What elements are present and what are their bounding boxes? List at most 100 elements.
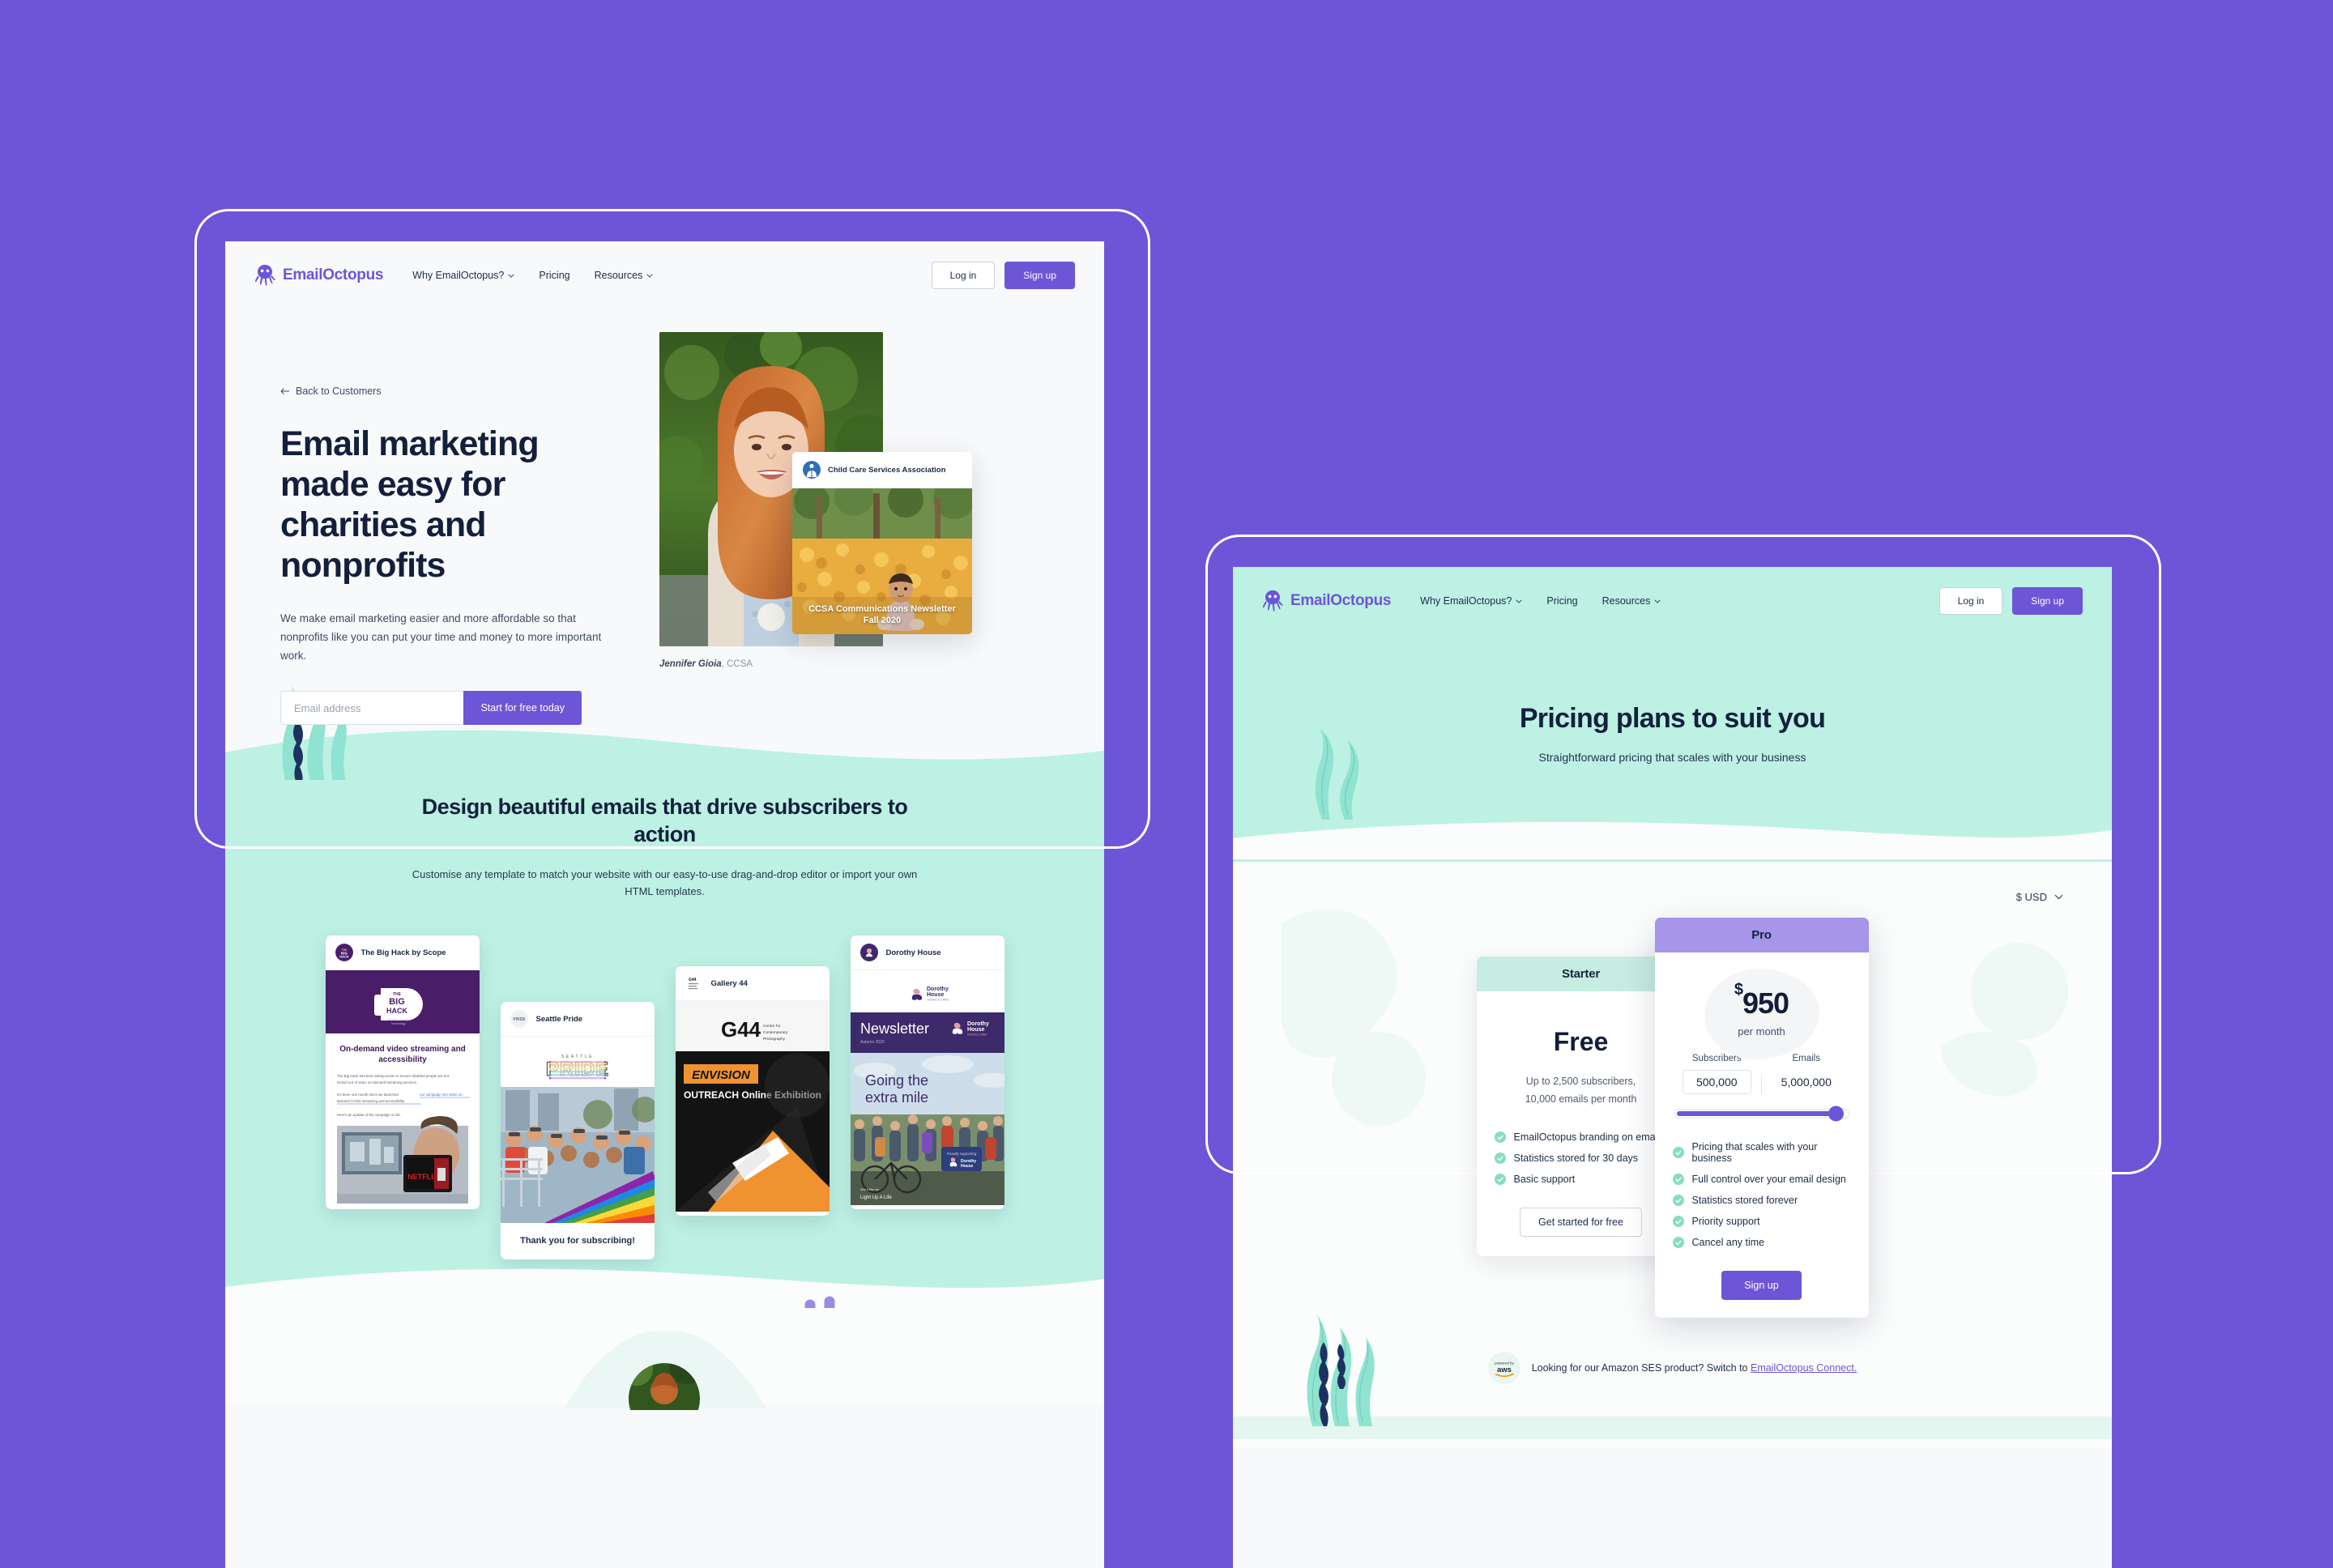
aws-banner-text-before: Looking for our Amazon SES product? Swit… xyxy=(1531,1362,1751,1374)
plan-features-starter: EmailOctopus branding on emails Statisti… xyxy=(1494,1127,1668,1190)
check-circle-icon xyxy=(1672,1147,1684,1158)
caption-person-name: Jennifer Gioia xyxy=(659,659,722,669)
seattle-pride-logo-icon: PRIDE xyxy=(510,1010,528,1029)
plan-feature-item: Full control over your email design xyxy=(1672,1169,1851,1190)
svg-text:PRIDE: PRIDE xyxy=(513,1017,526,1022)
get-started-for-free-button[interactable]: Get started for free xyxy=(1520,1207,1642,1237)
nav-item-resources[interactable]: Resources xyxy=(595,270,654,281)
svg-text:House: House xyxy=(961,1164,974,1169)
pricing-page-subtitle: Straightforward pricing that scales with… xyxy=(1538,751,1806,764)
svg-text:Centre for: Centre for xyxy=(763,1024,781,1029)
template-card-header: G44 Gallery 44 xyxy=(675,966,830,1002)
plan-price-starter: Free xyxy=(1553,1027,1609,1056)
svg-text:Proudly supporting: Proudly supporting xyxy=(946,1152,976,1156)
site-header-pricing: EmailOctopus Why EmailOctopus? Pricing R… xyxy=(1233,567,2112,635)
pricing-hero: EmailOctopus Why EmailOctopus? Pricing R… xyxy=(1233,567,2112,862)
signup-button[interactable]: Sign up xyxy=(1004,262,1075,289)
plan-feature-label: Statistics stored forever xyxy=(1691,1195,1798,1206)
template-card-dorothy-house[interactable]: Dorothy House Dorothy House HOSPICE CARE… xyxy=(850,935,1004,1210)
partial-portrait-circle xyxy=(629,1363,700,1411)
svg-text:Equality through: Equality through xyxy=(388,1018,409,1021)
big-hack-logo-icon: THE BIG HACK xyxy=(335,944,353,962)
nav-item-pricing[interactable]: Pricing xyxy=(1546,595,1577,607)
signup-button[interactable]: Sign up xyxy=(2012,587,2083,615)
login-button[interactable]: Log in xyxy=(931,262,996,289)
template-card-gallery-44[interactable]: G44 Gallery 44 G44 Centre for Contemporar… xyxy=(675,966,830,1216)
svg-text:The Big Hack has been taking a: The Big Hack has been taking action to e… xyxy=(337,1074,450,1078)
templates-heading: Design beautiful emails that drive subsc… xyxy=(421,795,908,847)
ccsa-logo-icon xyxy=(803,461,821,479)
newsletter-preview-card[interactable]: Child Care Services Association CCSA Com… xyxy=(792,452,972,634)
plan-price-pro: $950 per month xyxy=(1673,965,1851,1059)
subscribers-input[interactable]: 500,000 xyxy=(1682,1070,1751,1094)
template-card-seattle-pride[interactable]: PRIDE Seattle Pride SEATTLE PRIDE xyxy=(500,1002,655,1260)
emailoctopus-connect-link[interactable]: EmailOctopus Connect. xyxy=(1751,1362,1857,1374)
plan-cta-starter: Get started for free xyxy=(1495,1207,1668,1237)
login-button[interactable]: Log in xyxy=(1938,587,2003,615)
plan-description-starter: Up to 2,500 subscribers, 10,000 emails p… xyxy=(1495,1073,1668,1109)
soft-blob-decoration xyxy=(564,1331,766,1409)
currency-symbol: $ xyxy=(1734,981,1743,999)
nav-item-pricing[interactable]: Pricing xyxy=(539,270,569,281)
slider-thumb[interactable] xyxy=(1828,1106,1844,1122)
template-sender-name: Seattle Pride xyxy=(535,1014,583,1024)
pricing-page-title: Pricing plans to suit you xyxy=(1519,703,1826,734)
subscribers-slider[interactable] xyxy=(1674,1106,1849,1122)
plan-features-pro: Pricing that scales with your business F… xyxy=(1672,1136,1851,1253)
hero-signup-form: Start for free today xyxy=(280,691,582,726)
template-sender-name: Dorothy House xyxy=(885,948,941,957)
svg-text:NETFLIX: NETFLIX xyxy=(407,1173,438,1181)
nav-item-why-emailoctopus[interactable]: Why EmailOctopus? xyxy=(1420,595,1523,607)
big-hack-email-preview: THE BIG HACK Equality through technology… xyxy=(325,970,480,1206)
svg-text:aws: aws xyxy=(1497,1366,1512,1374)
chevron-down-icon xyxy=(1516,599,1523,603)
customer-photo-caption: Jennifer Gioia, CCSA xyxy=(659,659,883,669)
plan-feature-item: Statistics stored for 30 days xyxy=(1494,1148,1668,1169)
brand-logo-pricing[interactable]: EmailOctopus xyxy=(1262,590,1391,612)
header-actions-pricing: Log in Sign up xyxy=(1938,587,2083,615)
check-circle-icon xyxy=(1494,1131,1506,1143)
svg-text:It's been one month since we l: It's been one month since we launched xyxy=(337,1093,399,1097)
brand-logo-customers[interactable]: EmailOctopus xyxy=(254,264,383,287)
aws-banner-text: Looking for our Amazon SES product? Swit… xyxy=(1532,1362,1857,1374)
nav-item-why-emailoctopus[interactable]: Why EmailOctopus? xyxy=(412,270,515,281)
nav-item-resources[interactable]: Resources xyxy=(1602,595,1661,607)
octopus-icon xyxy=(1262,590,1283,611)
check-circle-icon xyxy=(1672,1174,1684,1185)
brand-name-customers: EmailOctopus xyxy=(283,266,384,283)
caption-person-org: , CCSA xyxy=(721,659,753,669)
currency-selector[interactable]: $ USD xyxy=(2016,891,2063,903)
sign-up-button-pro[interactable]: Sign up xyxy=(1721,1271,1802,1300)
emails-value: 5,000,000 xyxy=(1781,1076,1832,1089)
templates-row: THE BIG HACK The Big Hack by Scope THE B… xyxy=(225,935,1104,1260)
svg-text:HACK: HACK xyxy=(339,955,349,959)
aws-badge: powered by aws xyxy=(1487,1352,1521,1384)
svg-text:House: House xyxy=(927,992,945,998)
hero-media-column: Jennifer Gioia, CCSA Child Care Services… xyxy=(656,329,1049,725)
email-input[interactable] xyxy=(280,691,464,726)
plan-feature-label: Cancel any time xyxy=(1691,1237,1765,1248)
svg-text:G44: G44 xyxy=(689,978,697,982)
back-to-customers-link[interactable]: Back to Customers xyxy=(280,386,629,397)
start-for-free-button[interactable]: Start for free today xyxy=(463,691,582,726)
plan-feature-item: Priority support xyxy=(1672,1211,1851,1232)
template-card-big-hack[interactable]: THE BIG HACK The Big Hack by Scope THE B… xyxy=(325,935,480,1210)
svg-text:demand (VOD) streaming and acc: demand (VOD) streaming and accessibility… xyxy=(337,1099,405,1103)
wave-divider-templates xyxy=(225,1269,1104,1309)
svg-text:HACK: HACK xyxy=(386,1007,407,1015)
svg-text:HOSPICE CARE: HOSPICE CARE xyxy=(967,1033,987,1037)
seattle-pride-email-preview: SEATTLE PRIDE xyxy=(500,1037,655,1256)
plan-feature-label: Statistics stored for 30 days xyxy=(1513,1152,1639,1164)
nav-label: Pricing xyxy=(1546,595,1578,607)
nav-label: Why EmailOctopus? xyxy=(412,270,505,281)
plan-feature-item: EmailOctopus branding on emails xyxy=(1494,1127,1668,1148)
svg-text:accessibility: accessibility xyxy=(378,1055,427,1064)
pricing-main: $ USD Starter Free Up to 2,500 subscribe… xyxy=(1233,862,2112,1447)
plan-feature-label: Priority support xyxy=(1691,1216,1760,1227)
plan-name-pro: Pro xyxy=(1654,918,1869,952)
svg-text:our campaign into video on-: our campaign into video on- xyxy=(420,1093,464,1097)
plan-meters: Subscribers 500,000 Emails 5,000,000 xyxy=(1673,1054,1851,1094)
customers-browser-panel: EmailOctopus Why EmailOctopus? Pricing R… xyxy=(225,241,1104,1568)
templates-bottom-spacer xyxy=(225,1308,1104,1411)
brand-name-pricing: EmailOctopus xyxy=(1290,592,1392,609)
